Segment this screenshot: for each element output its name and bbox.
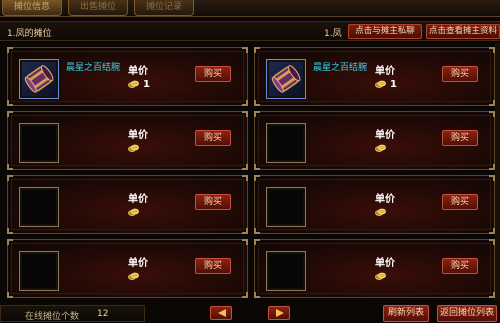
stall-item-panel: 单价 购买 bbox=[7, 239, 248, 298]
arrow-left-icon bbox=[218, 309, 226, 317]
gold-coin-icon bbox=[128, 272, 139, 280]
buy-button[interactable]: 购买 bbox=[195, 66, 231, 82]
bracer-icon bbox=[24, 65, 54, 93]
buy-button[interactable]: 购买 bbox=[442, 130, 478, 146]
stall-item-panel: 单价 购买 bbox=[254, 239, 495, 298]
unit-price-label: 单价 bbox=[128, 194, 148, 205]
unit-price-label: 单价 bbox=[128, 66, 148, 77]
arrow-right-icon bbox=[276, 309, 284, 317]
view-owner-profile-button[interactable]: 点击查看摊主资料 bbox=[426, 24, 500, 39]
chat-with-owner-button[interactable]: 点击与摊主私聊 bbox=[348, 24, 422, 39]
item-slot[interactable] bbox=[19, 251, 59, 291]
item-price-value: 1 bbox=[390, 79, 397, 90]
item-slot[interactable] bbox=[266, 187, 306, 227]
stall-item-panel: 单价 购买 bbox=[7, 111, 248, 170]
online-stall-value: 12 bbox=[97, 309, 109, 319]
item-name[interactable]: 晨星之百结腕 bbox=[66, 60, 120, 73]
item-slot[interactable] bbox=[19, 187, 59, 227]
unit-price-label: 单价 bbox=[375, 66, 395, 77]
gold-coin-icon bbox=[375, 208, 386, 216]
refresh-list-button[interactable]: 刷新列表 bbox=[383, 305, 429, 322]
buy-button[interactable]: 购买 bbox=[442, 66, 478, 82]
stall-item-panel: 单价 购买 bbox=[254, 111, 495, 170]
stall-title: 1.凤的摊位 bbox=[7, 29, 52, 39]
item-slot[interactable] bbox=[266, 123, 306, 163]
item-slot[interactable] bbox=[266, 59, 306, 99]
prev-page-button[interactable] bbox=[210, 306, 232, 320]
tab-stall-info[interactable]: 摊位信息 bbox=[2, 0, 62, 16]
gold-coin-icon bbox=[375, 272, 386, 280]
stall-owner-name: 1.凤 bbox=[324, 29, 342, 39]
gold-coin-icon bbox=[128, 144, 139, 152]
tab-stall-log[interactable]: 摊位记录 bbox=[134, 0, 194, 16]
item-slot[interactable] bbox=[266, 251, 306, 291]
buy-button[interactable]: 购买 bbox=[195, 130, 231, 146]
stall-item-panel: 晨星之百结腕 单价 1 购买 bbox=[254, 47, 495, 106]
gold-coin-icon bbox=[128, 80, 139, 88]
item-slot[interactable] bbox=[19, 59, 59, 99]
stall-item-panel: 晨星之百结腕 单价 1 购买 bbox=[7, 47, 248, 106]
item-slot[interactable] bbox=[19, 123, 59, 163]
scrollbar[interactable] bbox=[495, 43, 500, 301]
gold-coin-icon bbox=[128, 208, 139, 216]
unit-price-label: 单价 bbox=[375, 194, 395, 205]
footer-bar: 在线摊位个数 12 刷新列表 返回摊位列表 bbox=[0, 303, 500, 323]
buy-button[interactable]: 购买 bbox=[195, 194, 231, 210]
stall-item-panel: 单价 购买 bbox=[254, 175, 495, 234]
unit-price-label: 单价 bbox=[128, 258, 148, 269]
item-price-value: 1 bbox=[143, 79, 150, 90]
bracer-icon bbox=[271, 65, 301, 93]
next-page-button[interactable] bbox=[268, 306, 290, 320]
unit-price-label: 单价 bbox=[375, 258, 395, 269]
online-stall-count: 在线摊位个数 12 bbox=[0, 305, 145, 322]
back-to-stall-list-button[interactable]: 返回摊位列表 bbox=[437, 305, 497, 322]
stall-header: 1.凤的摊位 1.凤 点击与摊主私聊 点击查看摊主资料 bbox=[0, 21, 500, 41]
tab-sell-stall[interactable]: 出售摊位 bbox=[68, 0, 128, 16]
buy-button[interactable]: 购买 bbox=[442, 258, 478, 274]
gold-coin-icon bbox=[375, 80, 386, 88]
buy-button[interactable]: 购买 bbox=[442, 194, 478, 210]
unit-price-label: 单价 bbox=[375, 130, 395, 141]
gold-coin-icon bbox=[375, 144, 386, 152]
online-stall-label: 在线摊位个数 bbox=[25, 312, 80, 322]
tab-bar: 摊位信息 出售摊位 摊位记录 bbox=[0, 0, 500, 17]
buy-button[interactable]: 购买 bbox=[195, 258, 231, 274]
stall-item-panel: 单价 购买 bbox=[7, 175, 248, 234]
item-name[interactable]: 晨星之百结腕 bbox=[313, 60, 367, 73]
unit-price-label: 单价 bbox=[128, 130, 148, 141]
